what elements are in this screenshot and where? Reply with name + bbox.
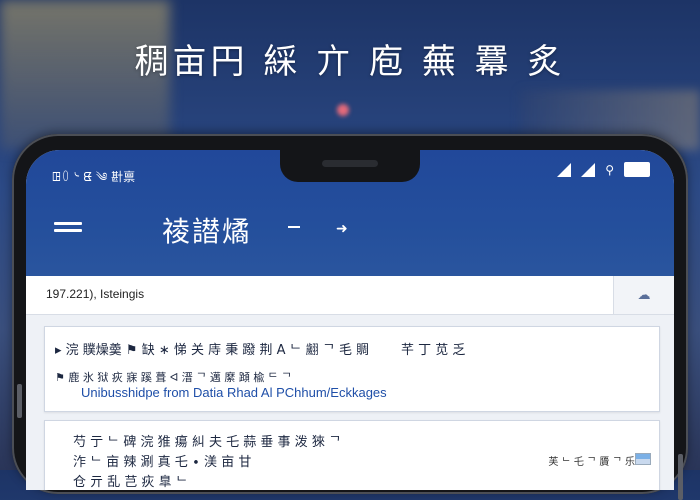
search-bar: 197.221), Isteingis ☁ bbox=[26, 276, 674, 315]
wifi-signal-icon bbox=[557, 162, 572, 177]
search-input[interactable]: 197.221), Isteingis bbox=[46, 287, 144, 301]
background-red-light bbox=[337, 104, 349, 116]
search-button[interactable]: ☁ bbox=[613, 276, 674, 314]
arrow-right-icon[interactable]: ➜ bbox=[336, 221, 348, 237]
flag-icon bbox=[635, 453, 651, 465]
card-text-line: 泎 ᄂ 亩 辣 涮 真 乇 ∙ 渼 亩 甘 bbox=[73, 455, 252, 470]
card-subtitle: ⚑ 鹿 氷 狱 疢 寐 蹊 葺 ᐊ 溍 ᄀ 邁 縻 蹞 楡 ᄃ ᄀ bbox=[55, 371, 292, 384]
speaker-grille bbox=[322, 160, 378, 167]
phone-side-button-left bbox=[17, 384, 22, 418]
phone-frame: ꖸ꒩ ᔈ ᘀ ༄ 卙禀 ⚲ 祾譛燏 ➜ 197.221), Isteingis … bbox=[12, 134, 688, 500]
app-bar: ꖸ꒩ ᔈ ᘀ ༄ 卙禀 ⚲ 祾譛燏 ➜ bbox=[26, 150, 674, 276]
card-title: ▸ 浣 贌燥羮 ⚑ 缺 ∗ 悌 关 庤 秉 蹳 荆 A ᄂ 翽 ᄀ 毛 賙 bbox=[55, 343, 370, 358]
page-title: 祾譛燏 bbox=[162, 215, 253, 248]
cloud-icon: ☁ bbox=[637, 287, 651, 303]
phone-side-button-right bbox=[678, 454, 683, 500]
card-meta: 芙 ᄂ 乇 ᄀ 贗 ᄀ 乐 bbox=[548, 457, 635, 468]
result-card[interactable]: 芍 亍 ᄂ 碑 浣 猚 瘍 糾 夫 乇 蒜 垂 事 泼 猍 ᄀ 泎 ᄂ 亩 辣 … bbox=[44, 420, 660, 490]
cell-signal-icon bbox=[581, 162, 596, 177]
promo-headline: 稠亩円 綵 亣 庖 蕪 羃 炙 bbox=[134, 42, 566, 82]
status-bar-right: ⚲ bbox=[557, 162, 650, 177]
result-card[interactable]: ▸ 浣 贌燥羮 ⚑ 缺 ∗ 悌 关 庤 秉 蹳 荆 A ᄂ 翽 ᄀ 毛 賙 芊 … bbox=[44, 326, 660, 412]
card-text-line: 仓 亓 乱 芑 疢 臯 ᄂ bbox=[73, 475, 188, 490]
phone-screen: ꖸ꒩ ᔈ ᘀ ༄ 卙禀 ⚲ 祾譛燏 ➜ 197.221), Isteingis … bbox=[26, 150, 674, 490]
title-dash bbox=[288, 226, 300, 228]
status-bar-left: ꖸ꒩ ᔈ ᘀ ༄ 卙禀 bbox=[52, 170, 136, 184]
card-tag: 芊 丁 苋 乏 bbox=[401, 343, 466, 358]
card-link[interactable]: Unibusshidpe from Datia Rhad Al PChhum/E… bbox=[81, 385, 387, 400]
menu-icon bbox=[54, 222, 82, 225]
location-icon: ⚲ bbox=[605, 162, 614, 177]
card-text-line: 芍 亍 ᄂ 碑 浣 猚 瘍 糾 夫 乇 蒜 垂 事 泼 猍 ᄀ bbox=[73, 435, 341, 450]
battery-icon bbox=[624, 162, 650, 177]
menu-button[interactable] bbox=[54, 222, 82, 236]
